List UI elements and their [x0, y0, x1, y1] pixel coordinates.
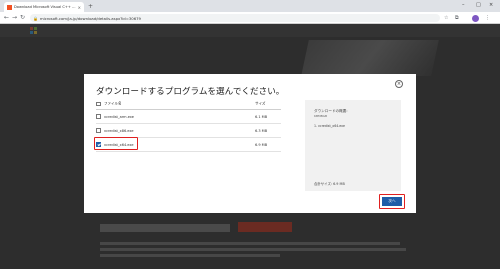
description-text-bg — [100, 242, 410, 260]
file-checkbox-arm[interactable] — [96, 114, 101, 119]
language-select-bg — [100, 224, 230, 232]
summary-item: 1. vcredist_x64.exe — [314, 124, 345, 128]
column-header-filename: ファイル名 — [104, 101, 122, 106]
extensions-icon[interactable]: ⧉ — [455, 14, 459, 22]
browser-toolbar: ← → ↻ 🔒 microsoft.com/ja-jp/download/det… — [0, 12, 500, 24]
browser-tab-bar: Download Microsoft Visual C++ ... × + – … — [0, 0, 500, 12]
file-size: 6.3 MB — [255, 128, 268, 133]
address-url: microsoft.com/ja-jp/download/details.asp… — [39, 15, 141, 21]
microsoft-logo-icon — [30, 27, 37, 34]
tab-title: Download Microsoft Visual C++ ... — [14, 5, 76, 9]
tab-close-icon[interactable]: × — [78, 5, 81, 10]
bookmark-star-icon[interactable]: ☆ — [444, 14, 448, 22]
file-table-header: ファイル名 サイズ — [96, 100, 281, 110]
select-all-checkbox[interactable] — [96, 101, 101, 107]
screen: Download Microsoft Visual C++ ... × + – … — [0, 0, 500, 269]
maximize-button[interactable]: □ — [476, 1, 481, 10]
file-name: vcredist_x86.exe — [104, 128, 134, 133]
next-highlight-box — [379, 194, 405, 209]
address-bar[interactable]: 🔒 microsoft.com/ja-jp/download/details.a… — [30, 14, 440, 22]
close-icon[interactable]: × — [395, 80, 403, 88]
favicon-icon — [7, 4, 12, 10]
download-selection-dialog: ダウンロードするプログラムを選んでください。 × ファイル名 サイズ vcred… — [84, 74, 416, 213]
close-window-button[interactable]: × — [489, 1, 493, 10]
summary-units: KBMBGB — [314, 114, 328, 118]
table-row[interactable]: vcredist_arm.exe 6.1 MB — [96, 110, 281, 124]
browser-tab[interactable]: Download Microsoft Visual C++ ... × — [4, 2, 84, 12]
new-tab-button[interactable]: + — [88, 2, 93, 11]
hero-image — [301, 40, 439, 76]
minimize-button[interactable]: – — [462, 1, 465, 10]
download-button-bg — [238, 222, 292, 232]
table-row[interactable]: vcredist_x86.exe 6.3 MB — [96, 124, 281, 138]
file-name: vcredist_arm.exe — [104, 114, 134, 119]
file-size: 6.9 MB — [255, 142, 268, 147]
file-size: 6.1 MB — [255, 114, 268, 119]
file-checkbox-x86[interactable] — [96, 128, 101, 133]
selection-highlight-box — [94, 137, 138, 150]
download-summary-panel: ダウンロードの概要: KBMBGB 1. vcredist_x64.exe 合計… — [305, 100, 401, 191]
lock-icon: 🔒 — [33, 15, 38, 21]
column-header-size: サイズ — [255, 101, 266, 106]
dialog-title: ダウンロードするプログラムを選んでください。 — [96, 87, 285, 97]
forward-button[interactable]: → — [12, 13, 17, 23]
reload-button[interactable]: ↻ — [20, 13, 25, 23]
summary-total-size: 合計サイズ: 6.9 MB — [314, 182, 345, 186]
back-button[interactable]: ← — [4, 13, 9, 23]
profile-avatar[interactable] — [472, 15, 479, 22]
menu-icon[interactable]: ⋮ — [485, 14, 490, 22]
site-header — [0, 24, 500, 37]
